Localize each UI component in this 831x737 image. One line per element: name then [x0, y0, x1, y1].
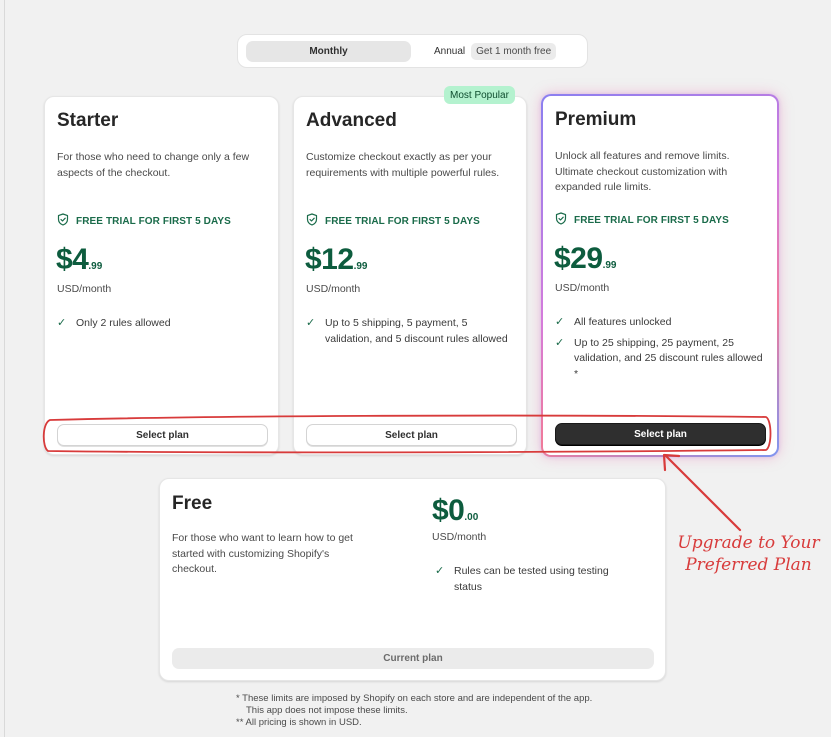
- feature-text: Up to 25 shipping, 25 payment, 25 valida…: [574, 336, 763, 380]
- check-icon: ✓: [555, 336, 565, 349]
- check-icon: ✓: [435, 565, 445, 577]
- plan-description: Customize checkout exactly as per your r…: [306, 151, 500, 179]
- feature-list: ✓ Rules can be tested using testing statu…: [435, 564, 635, 595]
- feature-item: ✓ Up to 5 shipping, 5 payment, 5 validati…: [306, 316, 516, 347]
- check-icon: ✓: [306, 317, 316, 329]
- plan-name: Advanced: [306, 110, 397, 131]
- trial-text: FREE TRIAL FOR FIRST 5 DAYS: [574, 214, 729, 226]
- price-whole: $12: [305, 243, 354, 276]
- price-cents: .99: [88, 261, 103, 272]
- feature-list: ✓ Only 2 rules allowed: [57, 316, 267, 337]
- feature-text: Up to 5 shipping, 5 payment, 5 validatio…: [325, 317, 508, 345]
- feature-item: ✓ Only 2 rules allowed: [57, 316, 267, 332]
- price-whole: $0: [432, 494, 465, 527]
- footnote-limits-cont: This app does not impose these limits.: [246, 705, 408, 716]
- monthly-option[interactable]: Monthly: [246, 41, 411, 62]
- footnote-limits: * These limits are imposed by Shopify on…: [236, 693, 593, 704]
- trial-text: FREE TRIAL FOR FIRST 5 DAYS: [76, 215, 231, 227]
- plan-name: Premium: [555, 109, 637, 130]
- feature-item: ✓ All features unlocked: [555, 315, 765, 331]
- annual-discount-badge: Get 1 month free: [471, 43, 557, 60]
- feature-item: ✓ Up to 25 shipping, 25 payment, 25 valid…: [555, 336, 765, 383]
- plan-description: For those who want to learn how to get s…: [172, 532, 353, 575]
- trial-notice: FREE TRIAL FOR FIRST 5 DAYS: [57, 213, 231, 229]
- shield-check-icon: [306, 213, 318, 229]
- select-plan-button-premium[interactable]: Select plan: [555, 423, 766, 445]
- plan-name: Free: [172, 493, 213, 514]
- plan-card-premium: Premium Unlock all features and remove l…: [541, 94, 779, 457]
- feature-text: Rules can be tested using testing status: [454, 565, 609, 593]
- most-popular-badge: Most Popular: [444, 86, 515, 104]
- shield-check-icon: [555, 212, 567, 228]
- shield-check-icon: [57, 213, 69, 229]
- price-cents: .00: [464, 512, 479, 523]
- plan-price: $29.99: [554, 242, 616, 276]
- plan-price: $0.00: [432, 494, 478, 528]
- price-unit: USD/month: [57, 283, 112, 295]
- trial-notice: FREE TRIAL FOR FIRST 5 DAYS: [555, 212, 729, 228]
- footnotes: * These limits are imposed by Shopify on…: [236, 693, 592, 729]
- plan-description: For those who need to change only a few …: [57, 151, 250, 179]
- check-icon: ✓: [555, 316, 565, 328]
- feature-text: All features unlocked: [574, 316, 672, 328]
- feature-list: ✓ All features unlocked ✓ Up to 25 shippin…: [555, 315, 765, 387]
- select-plan-button-starter[interactable]: Select plan: [57, 424, 268, 446]
- plan-card-free: Free For those who want to learn how to …: [159, 478, 666, 681]
- plan-card-advanced: Advanced Customize checkout exactly as p…: [293, 96, 527, 455]
- plan-price: $4.99: [56, 243, 102, 277]
- price-whole: $29: [554, 242, 603, 275]
- annotation-line-1: Upgrade to Your: [677, 533, 820, 553]
- price-unit: USD/month: [555, 282, 610, 294]
- plan-description: Unlock all features and remove limits. U…: [555, 150, 730, 193]
- trial-text: FREE TRIAL FOR FIRST 5 DAYS: [325, 215, 480, 227]
- feature-item: ✓ Rules can be tested using testing statu…: [435, 564, 635, 595]
- price-cents: .99: [353, 261, 368, 272]
- select-plan-button-advanced[interactable]: Select plan: [306, 424, 517, 446]
- annotation-line-2: Preferred Plan: [685, 555, 812, 575]
- annual-option[interactable]: Annual Get 1 month free: [434, 41, 557, 62]
- price-cents: .99: [602, 260, 617, 271]
- feature-list: ✓ Up to 5 shipping, 5 payment, 5 validati…: [306, 316, 516, 352]
- annotation-callout: Upgrade to Your Preferred Plan: [666, 532, 831, 576]
- plan-name: Starter: [57, 110, 119, 131]
- annual-label: Annual: [434, 46, 466, 57]
- price-whole: $4: [56, 243, 89, 276]
- page-edge-divider: [4, 0, 5, 737]
- feature-text: Only 2 rules allowed: [76, 317, 171, 329]
- plan-card-starter: Starter For those who need to change onl…: [44, 96, 279, 455]
- billing-period-toggle: Monthly Annual Get 1 month free: [237, 34, 588, 68]
- trial-notice: FREE TRIAL FOR FIRST 5 DAYS: [306, 213, 480, 229]
- plan-price: $12.99: [305, 243, 367, 277]
- price-unit: USD/month: [306, 283, 361, 295]
- check-icon: ✓: [57, 317, 67, 329]
- annotation-arrow-line: [664, 454, 742, 532]
- current-plan-button: Current plan: [172, 648, 654, 669]
- price-unit: USD/month: [432, 531, 487, 543]
- annotation-arrow-head: [662, 453, 681, 472]
- footnote-pricing: ** All pricing is shown in USD.: [236, 717, 362, 728]
